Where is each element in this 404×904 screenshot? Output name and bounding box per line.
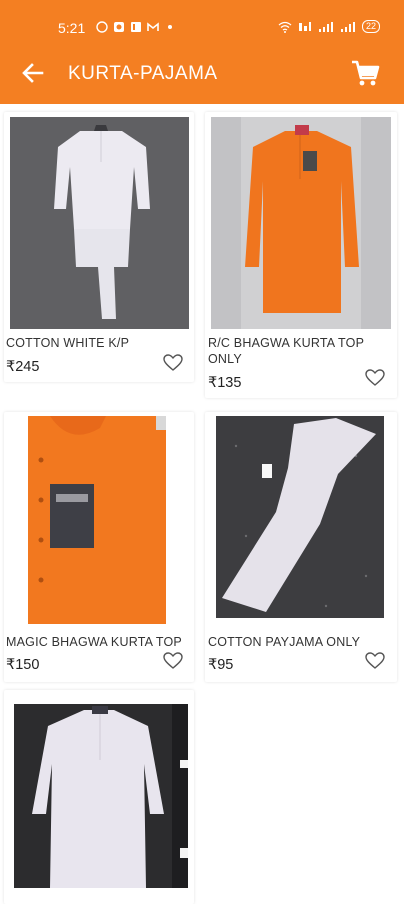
status-bar: 5:21 22: [0, 0, 404, 42]
heart-icon[interactable]: [163, 652, 183, 670]
product-image[interactable]: [216, 416, 384, 618]
product-card[interactable]: [4, 690, 194, 904]
page-title: KURTA-PAJAMA: [68, 63, 218, 84]
battery-indicator: 22: [361, 20, 380, 33]
app-icon: [131, 22, 141, 32]
app-icon: [114, 22, 124, 32]
notification-icons: [96, 21, 176, 33]
product-image[interactable]: [10, 117, 189, 329]
system-icons: 22: [278, 20, 380, 33]
product-price: ₹150: [6, 657, 40, 673]
product-name: MAGIC BHAGWA KURTA TOP: [6, 635, 182, 649]
gmail-icon: [147, 22, 159, 31]
cart-icon[interactable]: [350, 58, 380, 88]
wifi-icon: [278, 21, 292, 33]
product-price: ₹245: [6, 359, 40, 375]
product-card[interactable]: COTTON WHITE K/P ₹245: [4, 112, 194, 382]
product-image[interactable]: [14, 704, 188, 888]
product-name: COTTON PAYJAMA ONLY: [208, 635, 361, 649]
product-name: COTTON WHITE K/P: [6, 336, 130, 350]
heart-icon[interactable]: [365, 369, 385, 387]
product-name: R/C BHAGWA KURTA TOP ONLY: [208, 336, 364, 366]
signal-icon: [318, 21, 333, 32]
product-grid: COTTON WHITE K/P ₹245 R/C BHAGWA KURTA T…: [0, 104, 404, 904]
product-image[interactable]: [10, 416, 188, 624]
product-image[interactable]: [211, 117, 391, 329]
product-price: ₹95: [208, 657, 234, 673]
product-price: ₹135: [208, 375, 242, 391]
heart-icon[interactable]: [365, 652, 385, 670]
back-arrow-icon[interactable]: [20, 60, 46, 86]
signal-icon: [340, 21, 355, 32]
product-card[interactable]: MAGIC BHAGWA KURTA TOP ₹150: [4, 412, 194, 682]
product-card[interactable]: COTTON PAYJAMA ONLY ₹95: [205, 412, 397, 682]
dot-icon: [168, 25, 172, 29]
app-bar: KURTA-PAJAMA: [0, 42, 404, 104]
heart-icon[interactable]: [163, 354, 183, 372]
vowifi-icon: [298, 21, 311, 31]
status-time: 5:21: [58, 20, 86, 36]
whatsapp-icon: [96, 21, 108, 33]
product-card[interactable]: R/C BHAGWA KURTA TOP ONLY ₹135: [205, 112, 397, 398]
